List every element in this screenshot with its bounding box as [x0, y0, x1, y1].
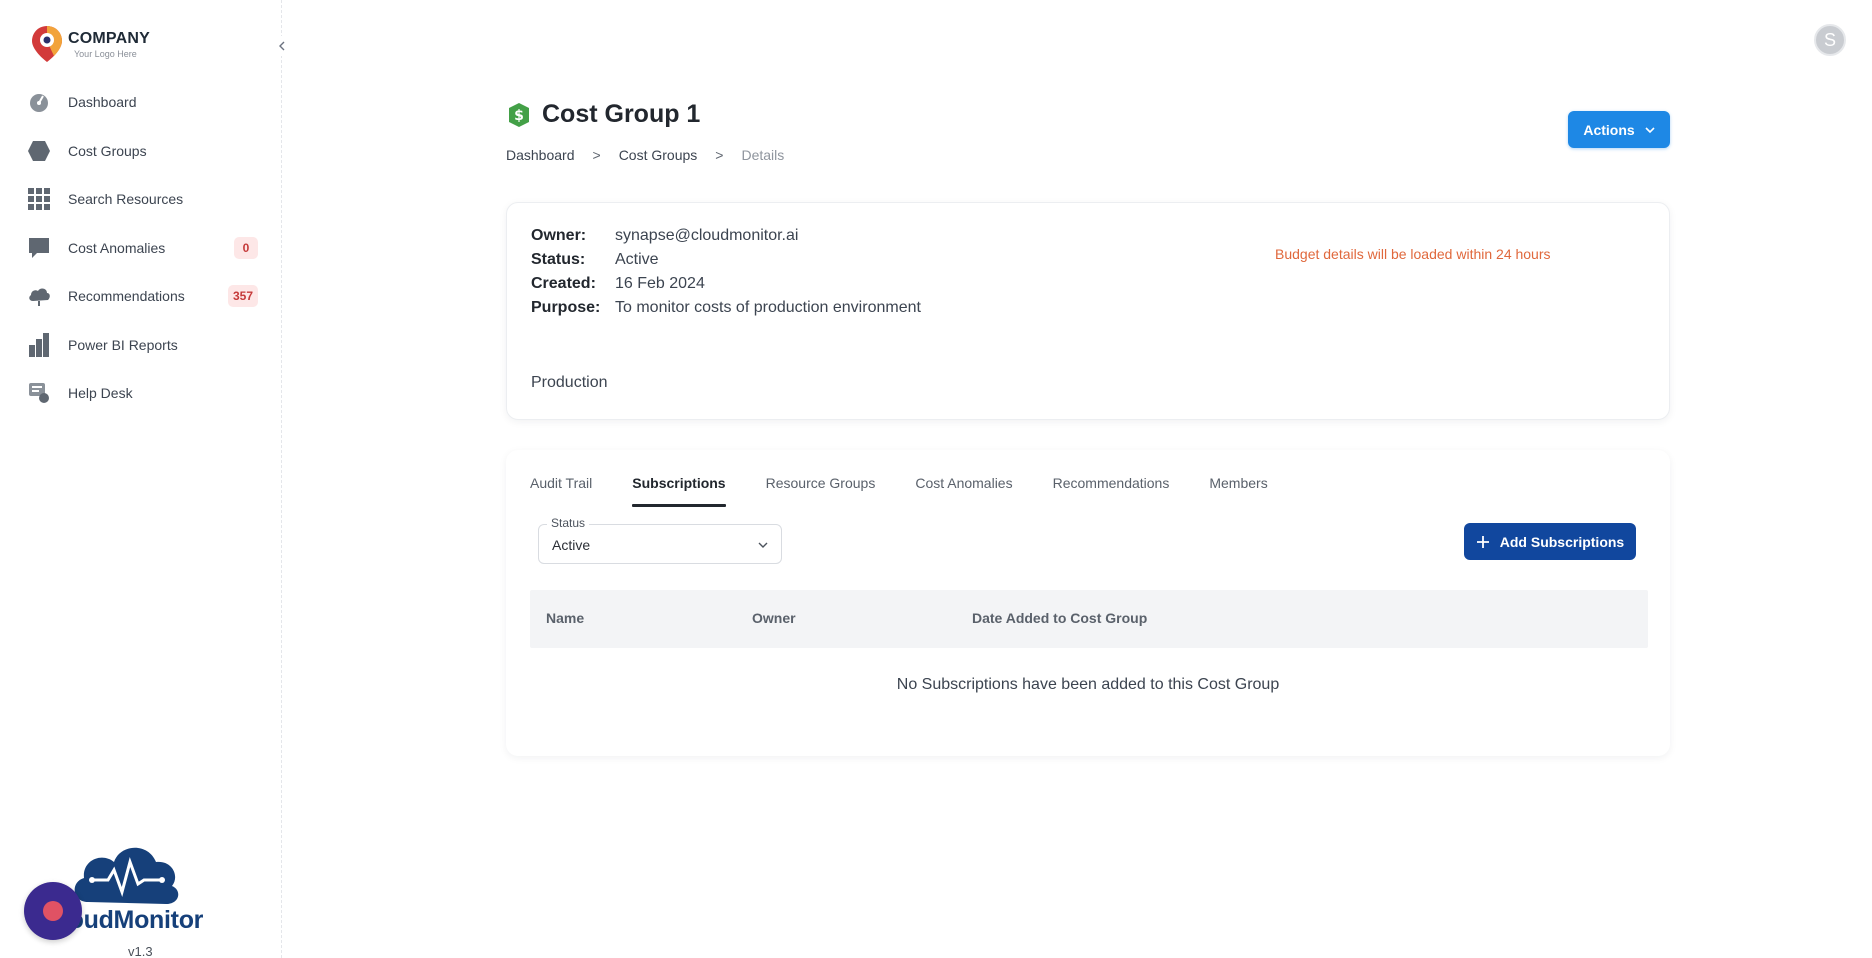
empty-table-message: No Subscriptions have been added to this… [896, 676, 1280, 693]
sidebar-item-dashboard[interactable]: Dashboard [26, 78, 258, 127]
add-subscriptions-button[interactable]: Add Subscriptions [1464, 523, 1636, 560]
created-key: Created: [531, 275, 596, 292]
sidebar-item-help-desk[interactable]: Help Desk [26, 369, 258, 418]
cloud-icon [26, 283, 52, 309]
chat-launcher-button[interactable] [24, 882, 82, 940]
tab-cost-anomalies[interactable]: Cost Anomalies [915, 472, 1012, 506]
breadcrumb-details: Details [741, 147, 785, 163]
status-filter-value: Active [552, 537, 591, 553]
dollar-badge-icon: $ [509, 102, 529, 127]
actions-dropdown-button[interactable]: Actions [1568, 111, 1670, 148]
page-title: Cost Group 1 [542, 100, 701, 128]
status-key: Status: [531, 251, 586, 268]
dashboard-icon [26, 89, 52, 115]
created-row: Created: 16 Feb 2024 [531, 275, 705, 293]
column-header-date-added[interactable]: Date Added to Cost Group [972, 610, 1147, 626]
page-header: $ Cost Group 1 [506, 100, 700, 129]
column-header-owner[interactable]: Owner [752, 610, 796, 626]
subscriptions-panel: Audit Trail Subscriptions Resource Group… [506, 450, 1670, 756]
sidebar: COMPANY Your Logo Here Dashboard Cost Gr… [0, 0, 292, 958]
svg-text:$: $ [514, 108, 524, 124]
details-tabs: Audit Trail Subscriptions Resource Group… [530, 472, 1308, 507]
sidebar-item-label: Cost Groups [68, 142, 147, 159]
sidebar-item-label: Recommendations [68, 288, 185, 305]
anomalies-count-badge: 0 [234, 236, 258, 259]
bar-chart-icon [26, 332, 52, 358]
breadcrumb-separator: > [715, 147, 724, 163]
purpose-row: Purpose: To monitor costs of production … [531, 299, 921, 317]
tab-resource-groups[interactable]: Resource Groups [766, 472, 876, 506]
budget-notice: Budget details will be loaded within 24 … [1275, 246, 1551, 262]
tab-subscriptions[interactable]: Subscriptions [632, 472, 726, 507]
sidebar-item-cost-groups[interactable]: Cost Groups [26, 127, 258, 176]
chat-icon [26, 235, 52, 261]
breadcrumb: Dashboard > Cost Groups > Details [506, 147, 784, 163]
status-value: Active [615, 251, 659, 268]
created-value: 16 Feb 2024 [615, 275, 705, 292]
purpose-key: Purpose: [531, 299, 601, 316]
sidebar-item-recommendations[interactable]: Recommendations 357 [26, 272, 258, 321]
chevron-down-icon [1645, 126, 1655, 133]
company-name: COMPANY [68, 29, 150, 47]
cost-group-details-card: Owner: synapse@cloudmonitor.ai Status: A… [506, 202, 1670, 420]
hexagon-icon [26, 138, 52, 164]
purpose-value: To monitor costs of production environme… [615, 299, 921, 316]
sidebar-item-power-bi-reports[interactable]: Power BI Reports [26, 321, 258, 370]
sidebar-item-cost-anomalies[interactable]: Cost Anomalies 0 [26, 224, 258, 273]
product-name: loudMonitor [62, 906, 204, 934]
column-header-name[interactable]: Name [546, 610, 584, 626]
sidebar-item-label: Dashboard [68, 94, 137, 111]
environment-tag: Production [531, 374, 608, 391]
sidebar-item-label: Search Resources [68, 191, 184, 208]
add-subscriptions-label: Add Subscriptions [1499, 533, 1625, 550]
tab-recommendations[interactable]: Recommendations [1053, 472, 1170, 506]
owner-key: Owner: [531, 227, 587, 244]
collapse-sidebar-button[interactable] [272, 36, 292, 56]
chevron-left-icon [279, 41, 285, 51]
sidebar-item-label: Help Desk [68, 385, 133, 402]
breadcrumb-dashboard[interactable]: Dashboard [506, 147, 575, 163]
tab-members[interactable]: Members [1209, 472, 1267, 506]
owner-row: Owner: synapse@cloudmonitor.ai [531, 227, 798, 245]
plus-icon [1476, 535, 1489, 548]
user-avatar[interactable]: S [1814, 24, 1846, 56]
tab-audit-trail[interactable]: Audit Trail [530, 472, 592, 506]
location-pin-icon [32, 26, 62, 62]
sidebar-nav: Dashboard Cost Groups Search Resources C… [26, 78, 258, 418]
help-desk-icon [26, 380, 52, 406]
actions-label: Actions [1583, 121, 1635, 138]
status-filter-label: Status [547, 516, 590, 530]
grid-icon [26, 186, 52, 212]
status-row: Status: Active [531, 251, 659, 269]
sidebar-item-label: Power BI Reports [68, 336, 178, 353]
owner-value: synapse@cloudmonitor.ai [615, 227, 799, 244]
sidebar-item-search-resources[interactable]: Search Resources [26, 175, 258, 224]
breadcrumb-separator: > [592, 147, 601, 163]
breadcrumb-cost-groups[interactable]: Cost Groups [619, 147, 698, 163]
company-logo[interactable]: COMPANY Your Logo Here [30, 22, 210, 66]
company-tagline: Your Logo Here [74, 48, 137, 59]
status-filter-select[interactable]: Status Active [538, 516, 782, 564]
sidebar-item-label: Cost Anomalies [68, 239, 166, 256]
app-version: v1.3 [128, 944, 153, 958]
chevron-down-icon [758, 542, 768, 548]
subscriptions-table-header: Name Owner Date Added to Cost Group [530, 590, 1648, 648]
recommendations-count-badge: 357 [227, 285, 258, 308]
chat-indicator-icon [43, 901, 63, 921]
